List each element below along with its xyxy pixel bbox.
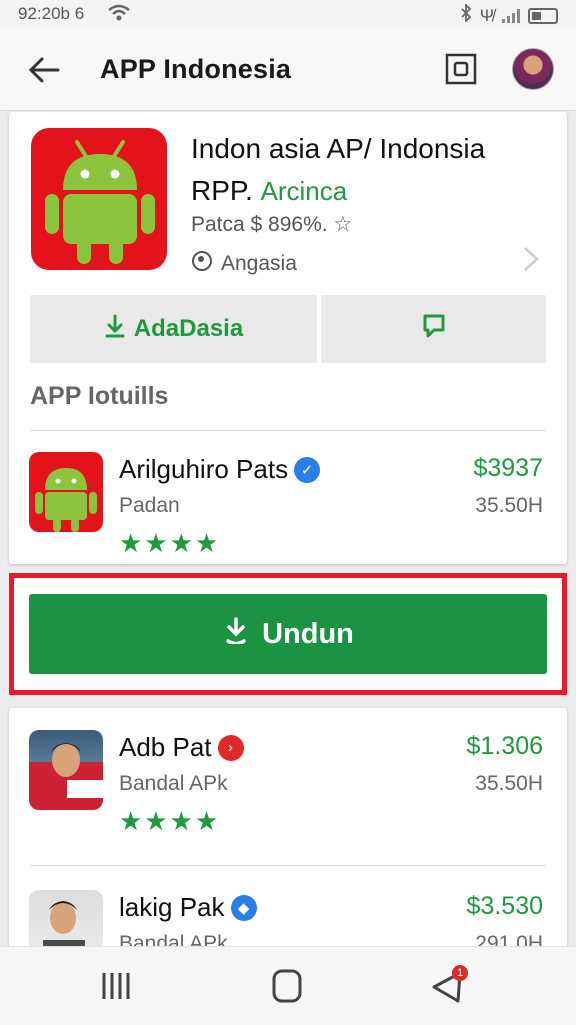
android-app-icon xyxy=(29,452,103,532)
list-item-size: 35.50H xyxy=(475,772,543,795)
screenshot-icon[interactable] xyxy=(444,52,478,86)
list-item-subtitle: Bandal APk xyxy=(119,772,228,795)
download-button-label: Undun xyxy=(262,617,354,650)
rating-stars: ★★★★ xyxy=(119,528,221,558)
app-meta: Patca $ 896%. ☆ xyxy=(191,212,352,237)
status-time: 92:20b 6 xyxy=(18,4,85,23)
section-title: APP Iotuills xyxy=(30,382,169,410)
app-name-line1: Indon asia AP/ Indonsia xyxy=(191,133,486,164)
recent-apps-icon[interactable] xyxy=(98,965,140,1007)
verified-badge-icon: ◆ xyxy=(230,894,257,921)
list-item[interactable]: Arilguhiro Pats ✓ Padan ★★★★ $3937 35.50… xyxy=(9,430,567,558)
app-meta-text: Patca $ 896%. xyxy=(191,213,328,236)
list-item[interactable]: Adb Pat › Bandal APk ★★★★ $1.306 35.50H xyxy=(9,708,567,836)
home-icon[interactable] xyxy=(266,965,308,1007)
list-item-title-text: Adb Pat xyxy=(119,732,212,762)
app-name-line2: RPP. xyxy=(191,175,253,206)
list-item-title: lakig Pak ◆ xyxy=(119,892,257,923)
wifi-icon xyxy=(108,4,130,27)
app-thumbnail-image xyxy=(29,730,103,810)
signal-icon xyxy=(502,8,520,23)
list-item-price: $3.530 xyxy=(466,892,543,920)
star-outline-icon: ☆ xyxy=(333,213,353,236)
back-arrow-icon[interactable] xyxy=(22,48,66,92)
app-detail-card: Indon asia AP/ Indonsia RPP. Arcinca Pat… xyxy=(9,112,567,564)
verified-badge-icon: ✓ xyxy=(294,456,321,483)
rating-stars: ★★★★ xyxy=(119,806,221,836)
avatar[interactable] xyxy=(512,48,554,90)
action-row: AdaDasia xyxy=(30,295,546,363)
app-location-text: Angasia xyxy=(221,252,297,275)
status-right-text: Ψ̸ xyxy=(479,5,494,25)
list-item-title-text: lakig Pak xyxy=(119,892,225,922)
download-button[interactable]: Undun xyxy=(29,594,547,674)
location-icon xyxy=(191,250,213,278)
highlight-frame: Undun xyxy=(9,573,567,695)
android-app-icon xyxy=(31,128,167,270)
app-bar: APP Indonesia xyxy=(0,30,576,111)
chevron-right-icon[interactable] xyxy=(519,244,543,274)
app-name: Indon asia AP/ Indonsia RPP. Arcinca xyxy=(191,128,485,212)
battery-icon xyxy=(528,7,558,24)
bookmark-icon xyxy=(420,312,448,347)
app-developer[interactable]: Arcinca xyxy=(261,176,348,206)
list-item-price: $1.306 xyxy=(466,732,543,760)
download-icon xyxy=(222,616,250,652)
list-item-title: Adb Pat › xyxy=(119,732,244,763)
download-action-label: AdaDasia xyxy=(133,315,244,342)
list-item-size: 35.50H xyxy=(475,494,543,517)
download-icon xyxy=(104,313,126,346)
navigation-bar: 1 xyxy=(0,946,576,1025)
bookmark-button[interactable] xyxy=(321,295,546,363)
bluetooth-icon xyxy=(460,2,472,27)
app-list-card: Adb Pat › Bandal APk ★★★★ $1.306 35.50H … xyxy=(9,708,567,970)
app-location: Angasia xyxy=(191,250,297,278)
page-title: APP Indonesia xyxy=(100,54,292,84)
status-bar: 92:20b 6 Ψ̸ xyxy=(0,0,576,30)
list-item-title-text: Arilguhiro Pats xyxy=(119,454,289,484)
list-item-subtitle: Padan xyxy=(119,494,180,517)
list-item-price: $3937 xyxy=(473,454,543,482)
list-item-title: Arilguhiro Pats ✓ xyxy=(119,454,321,485)
play-badge-icon: › xyxy=(217,734,244,761)
notification-badge: 1 xyxy=(452,965,468,981)
download-action-button[interactable]: AdaDasia xyxy=(30,295,317,363)
